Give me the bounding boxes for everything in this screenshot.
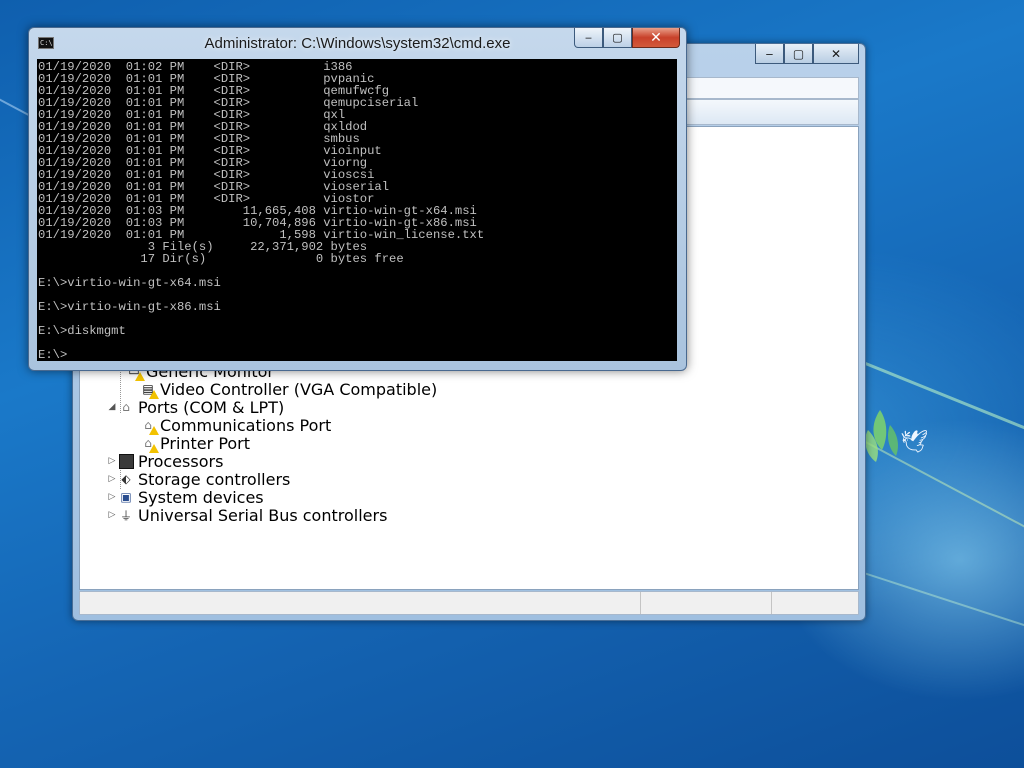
wallpaper-bird-icon: 🕊 [900, 430, 928, 455]
status-pane [80, 592, 641, 614]
console-line: E:\> [38, 348, 68, 361]
tree-item-ports[interactable]: ◢ ⌂ Ports (COM & LPT) [106, 397, 285, 417]
port-icon: ⌂ [140, 435, 159, 453]
tree-item-printer-port[interactable]: ⌂ Printer Port [140, 433, 251, 453]
tree-item-storage-controllers[interactable]: ▷ ⬖ Storage controllers [106, 469, 291, 489]
console-output[interactable]: 01/19/2020 01:02 PM <DIR> i386 01/19/202… [37, 59, 677, 361]
expand-arrow-icon[interactable]: ▷ [106, 492, 118, 502]
console-line: E:\>virtio-win-gt-x64.msi [38, 276, 221, 290]
storage-icon: ⬖ [121, 472, 131, 486]
tree-item-processors[interactable]: ▷ Processors [106, 451, 224, 471]
maximize-button[interactable]: ▢ [784, 44, 813, 64]
usb-icon: ⏚ [119, 508, 132, 523]
tree-item-label: System devices [138, 487, 264, 507]
expand-arrow-icon[interactable]: ▷ [106, 474, 118, 484]
wallpaper-streak [864, 572, 1024, 630]
tree-item-system-devices[interactable]: ▷ ▣ System devices [106, 487, 264, 507]
port-icon: ⌂ [122, 400, 130, 414]
tree-item-label: Video Controller (VGA Compatible) [160, 379, 438, 399]
expand-arrow-icon[interactable]: ▷ [106, 510, 118, 520]
device-manager-window-controls: ‒ ▢ ✕ [755, 44, 859, 64]
tree-item-label: Processors [138, 451, 224, 471]
tree-item-usb-controllers[interactable]: ▷ ⏚ Universal Serial Bus controllers [106, 505, 388, 525]
tree-item-label: Storage controllers [138, 469, 291, 489]
console-text: 01/19/2020 01:02 PM <DIR> i386 01/19/202… [37, 59, 677, 361]
console-line: E:\>virtio-win-gt-x86.msi [38, 300, 221, 314]
minimize-button[interactable]: ‒ [574, 28, 603, 48]
tree-item-label: Universal Serial Bus controllers [138, 505, 388, 525]
port-icon: ⌂ [140, 417, 159, 435]
close-button[interactable]: ✕ [813, 44, 859, 64]
minimize-button[interactable]: ‒ [755, 44, 784, 64]
tree-item-label: Printer Port [160, 433, 251, 453]
tree-item-label: Communications Port [160, 415, 332, 435]
console-line: 17 Dir(s) 0 bytes free [38, 252, 404, 266]
tree-item-video-controller[interactable]: ▤ Video Controller (VGA Compatible) [140, 379, 438, 399]
maximize-button[interactable]: ▢ [603, 28, 632, 48]
expand-arrow-icon[interactable]: ▷ [106, 456, 118, 466]
processor-icon [118, 453, 134, 469]
status-bar [79, 591, 859, 615]
status-pane [772, 592, 858, 614]
command-prompt-window[interactable]: C:\ Administrator: C:\Windows\system32\c… [28, 27, 687, 371]
window-controls: ‒ ▢ ✕ [574, 28, 680, 48]
tree-item-communications-port[interactable]: ⌂ Communications Port [140, 415, 332, 435]
system-devices-icon: ▣ [120, 490, 132, 504]
collapse-arrow-icon[interactable]: ◢ [106, 402, 118, 412]
tree-item-label: Ports (COM & LPT) [138, 397, 285, 417]
console-line: E:\>diskmgmt [38, 324, 126, 338]
video-controller-icon: ▤ [140, 381, 159, 399]
status-pane [641, 592, 772, 614]
title-bar[interactable]: C:\ Administrator: C:\Windows\system32\c… [29, 28, 686, 58]
close-button[interactable]: ✕ [632, 28, 680, 48]
